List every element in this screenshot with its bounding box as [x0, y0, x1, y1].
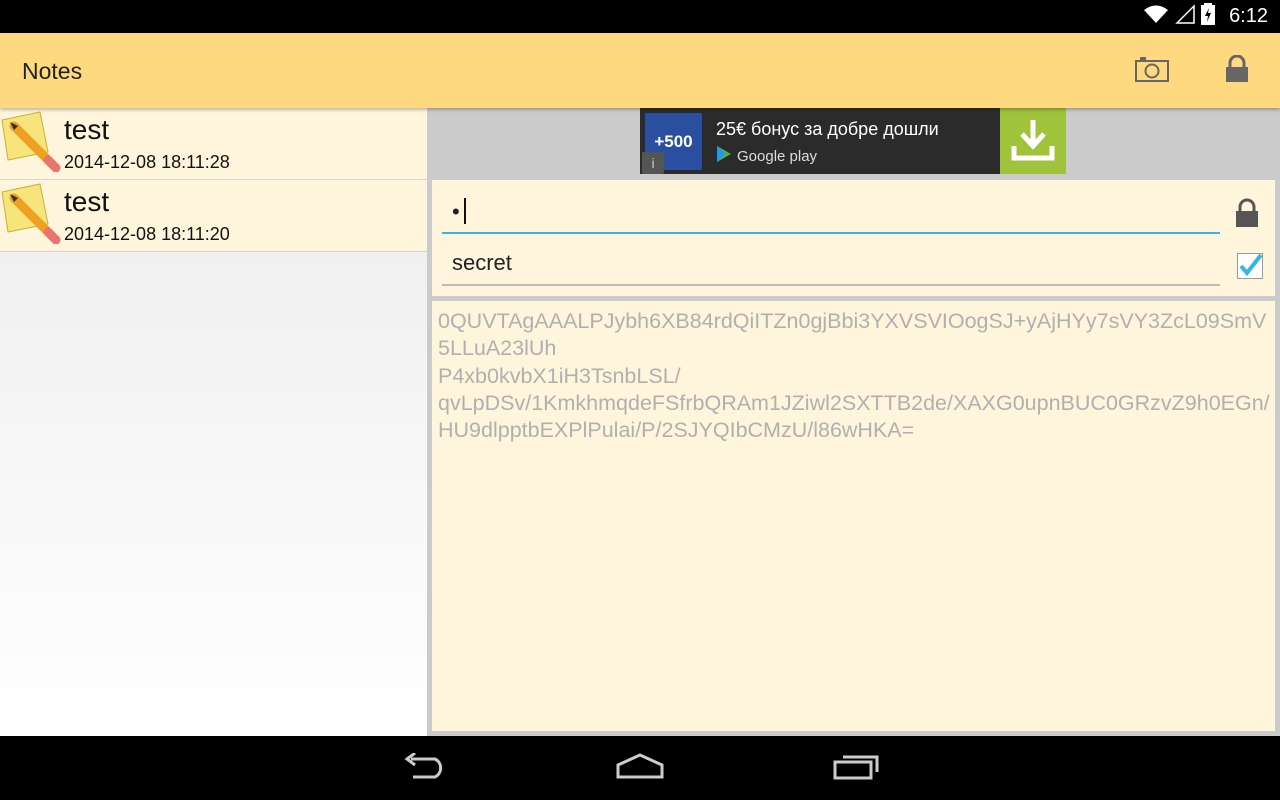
password-value: • [452, 199, 460, 224]
note-date: 2014-12-08 18:11:28 [64, 152, 230, 172]
ad-download-button[interactable] [1000, 108, 1066, 174]
ad-banner[interactable]: +500 i 25€ бонус за добре дошли Google p… [640, 108, 1066, 174]
status-time: 6:12 [1229, 5, 1268, 27]
ad-store-label: Google play [737, 147, 818, 165]
back-icon [401, 751, 447, 784]
text-cursor [463, 198, 466, 224]
note-title-field[interactable]: secret [442, 244, 1220, 286]
action-bar: Notes [0, 33, 1280, 108]
navigation-bar [0, 736, 1280, 800]
note-editor-panel: +500 i 25€ бонус за добре дошли Google p… [427, 108, 1280, 736]
home-button[interactable] [610, 748, 670, 788]
camera-icon [1135, 56, 1169, 87]
note-pencil-icon [0, 110, 64, 173]
camera-button[interactable] [1132, 51, 1172, 91]
lock-icon [1225, 54, 1249, 88]
note-list: test 2014-12-08 18:11:28 test 2014-12-08… [0, 108, 427, 736]
recent-apps-button[interactable] [827, 748, 887, 788]
note-body-text: 0QUVTAgAAALPJybh6XB84rdQiITZn0gjBbi3YXVS… [438, 309, 1270, 443]
ad-info-icon[interactable]: i [642, 152, 664, 174]
recent-apps-icon [833, 752, 881, 785]
note-title: test [64, 186, 110, 217]
note-title-value: secret [452, 250, 512, 275]
status-icons: 6:12 [1143, 3, 1268, 30]
note-pencil-icon [0, 182, 64, 245]
lock-button[interactable] [1217, 51, 1257, 91]
app-title: Notes [22, 58, 83, 84]
download-icon [1010, 116, 1056, 167]
save-checkbox[interactable] [1237, 253, 1263, 279]
note-form: • secret [432, 180, 1275, 296]
note-title: test [64, 114, 110, 145]
ad-store: Google play [716, 145, 817, 167]
status-bar: 6:12 [0, 0, 1280, 33]
checkmark-icon [1239, 253, 1263, 277]
ad-headline: 25€ бонус за добре дошли [716, 119, 939, 139]
password-field[interactable]: • [442, 192, 1220, 234]
back-button[interactable] [394, 748, 454, 788]
battery-charging-icon [1201, 3, 1216, 30]
note-body-area[interactable]: 0QUVTAgAAALPJybh6XB84rdQiITZn0gjBbi3YXVS… [432, 301, 1275, 731]
note-list-item[interactable]: test 2014-12-08 18:11:28 [0, 108, 427, 180]
signal-icon [1175, 4, 1195, 29]
home-icon [616, 752, 664, 784]
google-play-icon [716, 145, 732, 167]
note-list-item[interactable]: test 2014-12-08 18:11:20 [0, 180, 427, 252]
wifi-icon [1143, 4, 1169, 29]
password-lock-icon [1235, 198, 1259, 228]
note-date: 2014-12-08 18:11:20 [64, 224, 230, 244]
